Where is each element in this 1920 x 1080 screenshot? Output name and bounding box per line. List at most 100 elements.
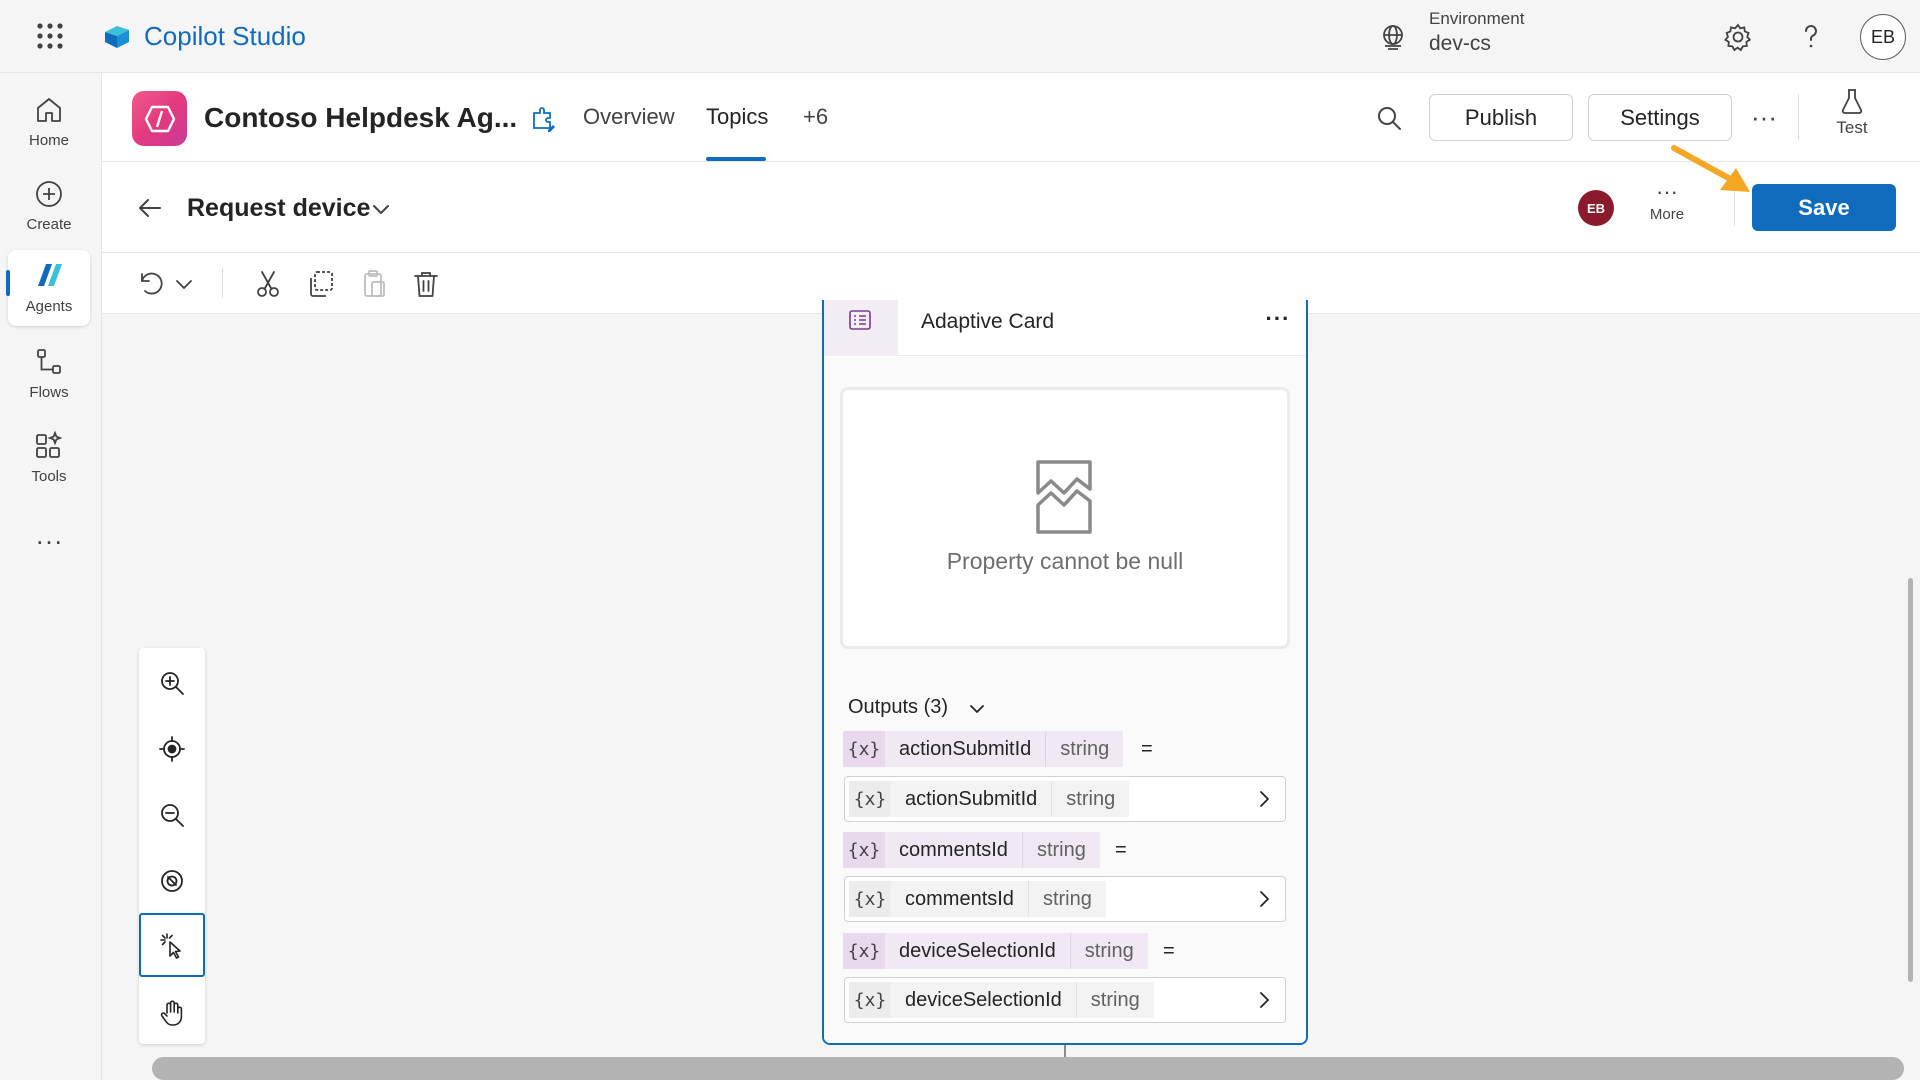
variable-icon: {x}: [849, 881, 891, 917]
paste-icon: [358, 268, 390, 300]
topic-divider: [102, 252, 1920, 253]
equals-sign: =: [1163, 940, 1175, 962]
assign-variable-field[interactable]: {x} actionSubmitId string: [844, 776, 1286, 822]
assigned-name: actionSubmitId: [891, 781, 1052, 817]
output-variable: {x} deviceSelectionId string: [843, 933, 1148, 969]
environment-value[interactable]: dev-cs: [1429, 32, 1491, 56]
annotation-arrow: [1670, 140, 1760, 200]
rail-more-icon[interactable]: ...: [30, 520, 70, 550]
test-button[interactable]: Test: [1820, 88, 1884, 148]
agents-icon: [38, 264, 62, 286]
agent-name[interactable]: Contoso Helpdesk Ag...: [204, 102, 517, 134]
assign-variable-field[interactable]: {x} commentsId string: [844, 876, 1286, 922]
user-avatar[interactable]: EB: [1860, 14, 1906, 60]
minimap-off-icon[interactable]: [139, 848, 205, 914]
select-pointer-icon[interactable]: [139, 913, 205, 977]
rail-label-flows: Flows: [29, 384, 69, 401]
tab-more[interactable]: +6: [803, 104, 828, 130]
rail-label-home: Home: [28, 132, 69, 149]
chevron-right-icon: [1260, 992, 1269, 1008]
equals-sign: =: [1115, 839, 1127, 861]
cut-icon[interactable]: [252, 268, 284, 300]
help-icon[interactable]: [1795, 21, 1827, 53]
equals-sign: =: [1141, 738, 1153, 760]
output-name: actionSubmitId: [885, 731, 1046, 767]
rail-active-indicator: [6, 270, 10, 296]
assigned-name: commentsId: [891, 881, 1028, 917]
zoom-in-icon[interactable]: [139, 650, 205, 716]
rail-label-tools: Tools: [31, 468, 67, 485]
preview-error-text: Property cannot be null: [946, 548, 1184, 574]
assigned-variable: {x} deviceSelectionId string: [849, 982, 1154, 1018]
agent-icon: [132, 91, 187, 146]
vertical-scrollbar[interactable]: [1908, 578, 1913, 982]
save-button[interactable]: Save: [1752, 184, 1896, 231]
node-menu-icon[interactable]: ···: [1262, 306, 1294, 332]
plus-circle-icon: [36, 181, 62, 207]
chevron-right-icon: [1260, 891, 1269, 907]
variable-icon: {x}: [849, 982, 891, 1018]
delete-icon[interactable]: [410, 268, 442, 300]
variable-icon: {x}: [849, 781, 891, 817]
environment-label: Environment: [1429, 9, 1525, 28]
output-variable: {x} actionSubmitId string: [843, 731, 1124, 767]
assigned-type: string: [1075, 982, 1154, 1018]
copy-icon[interactable]: [305, 268, 337, 300]
variable-icon: {x}: [843, 832, 885, 868]
chevron-down-icon[interactable]: [368, 196, 394, 222]
tab-topics[interactable]: Topics: [706, 104, 768, 130]
rail-item-home[interactable]: Home: [8, 84, 90, 158]
output-type: string: [1069, 933, 1148, 969]
more-label: More: [1649, 206, 1685, 223]
rail-label-agents: Agents: [25, 298, 73, 315]
assigned-name: deviceSelectionId: [891, 982, 1076, 1018]
output-type: string: [1021, 832, 1100, 868]
rail-label-create: Create: [26, 216, 72, 233]
agent-edit-icon[interactable]: [528, 104, 558, 134]
home-icon: [37, 98, 61, 122]
rail-item-agents[interactable]: Agents: [8, 250, 90, 326]
search-icon[interactable]: [1374, 103, 1404, 133]
toolbar-separator: [222, 268, 223, 298]
tab-overview[interactable]: Overview: [583, 104, 675, 130]
zoom-out-icon[interactable]: [139, 782, 205, 848]
variable-icon: {x}: [843, 731, 885, 767]
node-title: Adaptive Card: [921, 310, 1055, 333]
app-title[interactable]: Copilot Studio: [144, 20, 306, 52]
chevron-down-icon[interactable]: [966, 698, 988, 720]
assigned-type: string: [1027, 881, 1106, 917]
output-name: deviceSelectionId: [885, 933, 1070, 969]
settings-button[interactable]: Settings: [1588, 94, 1732, 141]
assigned-variable: {x} actionSubmitId string: [849, 781, 1130, 817]
header-separator: [1798, 94, 1799, 140]
header-more-icon[interactable]: ···: [1746, 101, 1782, 133]
recenter-icon[interactable]: [139, 716, 205, 782]
pan-hand-icon[interactable]: [139, 980, 205, 1046]
back-arrow-icon[interactable]: [134, 192, 166, 224]
chevron-right-icon: [1260, 791, 1269, 807]
user-presence-badge: EB: [1578, 190, 1614, 226]
publish-button[interactable]: Publish: [1429, 94, 1573, 141]
undo-dropdown-chevron-icon[interactable]: [168, 268, 200, 300]
flask-icon: [1841, 89, 1863, 114]
output-variable: {x} commentsId string: [843, 832, 1100, 868]
tools-icon: [36, 430, 63, 458]
rail-item-flows[interactable]: Flows: [8, 336, 90, 410]
output-name: commentsId: [885, 832, 1022, 868]
horizontal-scrollbar[interactable]: [152, 1057, 1904, 1080]
globe-icon: [1378, 22, 1408, 52]
copilot-studio-logo: [101, 20, 133, 52]
output-type: string: [1045, 731, 1124, 767]
rail-item-create[interactable]: Create: [8, 168, 90, 242]
adaptive-card-icon: [846, 306, 874, 334]
gear-icon[interactable]: [1722, 21, 1754, 53]
assigned-type: string: [1051, 781, 1130, 817]
rail-item-tools[interactable]: Tools: [8, 420, 90, 494]
assign-variable-field[interactable]: {x} deviceSelectionId string: [844, 977, 1286, 1023]
undo-icon[interactable]: [134, 268, 166, 300]
topic-title[interactable]: Request device: [187, 194, 370, 223]
outputs-toggle[interactable]: Outputs (3): [848, 696, 948, 719]
broken-image-icon: [1035, 459, 1093, 535]
waffle-icon[interactable]: [34, 20, 66, 52]
variable-icon: {x}: [843, 933, 885, 969]
